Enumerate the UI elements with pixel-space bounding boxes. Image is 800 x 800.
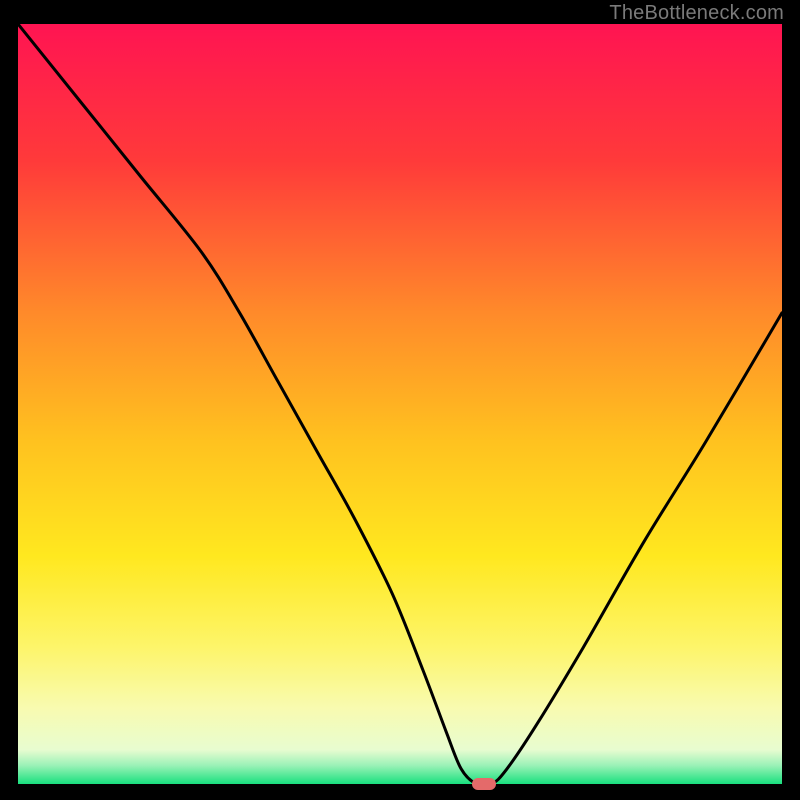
plot-area <box>18 24 782 784</box>
chart-frame: TheBottleneck.com <box>0 0 800 800</box>
optimal-marker <box>472 778 496 790</box>
plot-svg <box>18 24 782 784</box>
watermark-text: TheBottleneck.com <box>609 2 784 25</box>
gradient-background <box>18 24 782 784</box>
